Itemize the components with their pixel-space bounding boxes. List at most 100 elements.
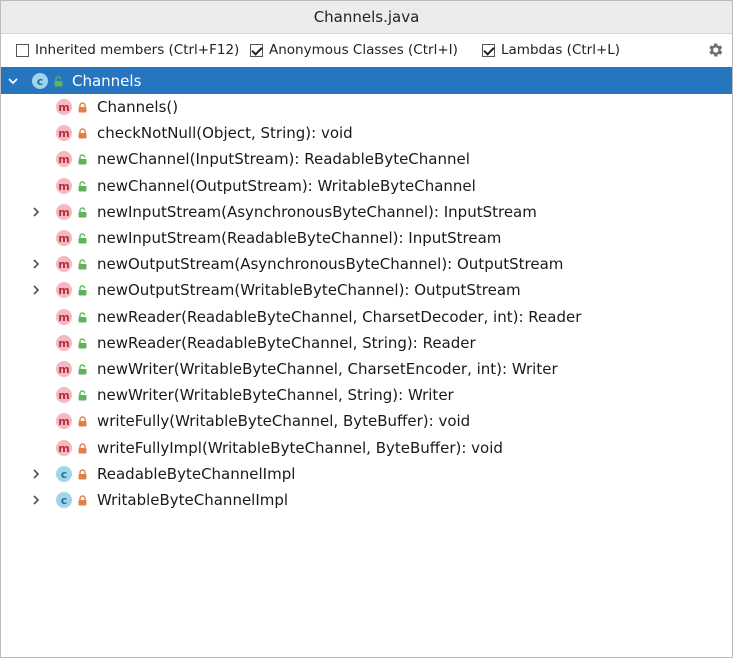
structure-window: Channels.java Inherited members (Ctrl+F1… <box>0 0 733 658</box>
svg-text:m: m <box>58 127 69 140</box>
anonymous-classes-label: Anonymous Classes (Ctrl+I) <box>269 42 458 58</box>
class-icon: c <box>56 491 72 508</box>
anonymous-classes-checkbox[interactable] <box>250 43 263 57</box>
unlock-icon <box>78 390 87 401</box>
unlock-icon <box>78 311 87 323</box>
method-icon: m <box>56 334 72 351</box>
window-title: Channels.java <box>313 8 420 26</box>
chevron-right-icon[interactable] <box>30 206 42 218</box>
svg-text:c: c <box>61 468 68 481</box>
svg-text:m: m <box>58 363 69 376</box>
tree-item-label: newInputStream(AsynchronousByteChannel):… <box>97 202 537 221</box>
unlock-icon <box>78 233 87 244</box>
svg-text:m: m <box>58 101 69 114</box>
tree-item-label: newReader(ReadableByteChannel, String): … <box>97 333 476 352</box>
inherited-members-checkbox[interactable] <box>16 43 29 57</box>
tree-method-row[interactable]: m newInputStream(ReadableByteChannel): In… <box>1 225 732 251</box>
inherited-members-label: Inherited members (Ctrl+F12) <box>35 42 240 58</box>
unlock-icon <box>78 364 87 375</box>
lock-icon <box>78 102 87 113</box>
tree-method-row[interactable]: m newReader(ReadableByteChannel, CharsetD… <box>1 304 732 330</box>
class-icon: c <box>56 465 72 482</box>
tree-item-label: Channels() <box>97 98 179 117</box>
tree-method-row[interactable]: m newWriter(WritableByteChannel, CharsetE… <box>1 356 732 382</box>
tree-item-label: ReadableByteChannelImpl <box>97 464 296 483</box>
lock-icon <box>78 495 87 506</box>
method-icon: m <box>56 177 72 194</box>
tree-method-row[interactable]: m newInputStream(AsynchronousByteChannel)… <box>1 199 732 225</box>
method-icon: m <box>56 151 72 168</box>
tree-item-label: newChannel(OutputStream): WritableByteCh… <box>97 176 476 195</box>
svg-text:m: m <box>58 311 69 324</box>
unlock-icon <box>78 285 87 296</box>
inherited-members-option[interactable]: Inherited members (Ctrl+F12) <box>16 34 239 66</box>
chevron-right-icon[interactable] <box>30 468 42 480</box>
method-icon: m <box>56 308 72 325</box>
tree-method-row[interactable]: m newWriter(WritableByteChannel, String):… <box>1 382 732 408</box>
svg-text:m: m <box>58 442 69 455</box>
filter-toolbar: Inherited members (Ctrl+F12) Anonymous C… <box>1 34 732 66</box>
method-icon: m <box>56 360 72 377</box>
tree-method-row[interactable]: m writeFullyImpl(WritableByteChannel, Byt… <box>1 434 732 460</box>
tree-method-row[interactable]: m newOutputStream(AsynchronousByteChannel… <box>1 251 732 277</box>
chevron-right-icon[interactable] <box>30 258 42 270</box>
tree-item-label: writeFullyImpl(WritableByteChannel, Byte… <box>97 438 503 457</box>
method-icon: m <box>56 413 72 430</box>
unlock-icon <box>78 338 87 349</box>
tree-item-label: newChannel(InputStream): ReadableByteCha… <box>97 150 470 169</box>
tree-item-label: newOutputStream(AsynchronousByteChannel)… <box>97 255 564 274</box>
tree-class-row[interactable]: c ReadableByteChannelImpl <box>1 461 732 487</box>
tree-method-row[interactable]: m checkNotNull(Object, String): void <box>1 120 732 146</box>
method-icon: m <box>56 125 72 142</box>
svg-text:m: m <box>58 232 69 245</box>
tree-method-row[interactable]: m newReader(ReadableByteChannel, String):… <box>1 330 732 356</box>
tree-item-label: WritableByteChannelImpl <box>97 490 289 509</box>
lambdas-label: Lambdas (Ctrl+L) <box>501 42 621 58</box>
class-icon: c <box>32 72 48 89</box>
tree-item-label: newWriter(WritableByteChannel, String): … <box>97 386 454 405</box>
svg-text:m: m <box>58 180 69 193</box>
svg-text:c: c <box>37 75 44 88</box>
chevron-right-icon[interactable] <box>30 284 42 296</box>
tree-item-label: newWriter(WritableByteChannel, CharsetEn… <box>97 359 558 378</box>
unlock-icon <box>54 75 63 86</box>
title-bar: Channels.java <box>1 1 732 34</box>
tree-item-label: Channels <box>72 71 142 90</box>
unlock-icon <box>78 259 87 270</box>
lock-icon <box>78 469 87 480</box>
gear-icon[interactable] <box>706 41 724 59</box>
svg-text:m: m <box>58 206 69 219</box>
chevron-right-icon[interactable] <box>30 494 42 506</box>
svg-text:m: m <box>58 258 69 271</box>
tree-method-row[interactable]: m writeFully(WritableByteChannel, ByteBuf… <box>1 408 732 434</box>
tree-item-label: checkNotNull(Object, String): void <box>97 124 353 143</box>
method-icon: m <box>56 439 72 456</box>
anonymous-classes-option[interactable]: Anonymous Classes (Ctrl+I) <box>250 34 458 66</box>
svg-text:m: m <box>58 389 69 402</box>
tree-root-channels[interactable]: c Channels <box>1 67 732 94</box>
tree-item-label: newReader(ReadableByteChannel, CharsetDe… <box>97 307 582 326</box>
tree-class-row[interactable]: c WritableByteChannelImpl <box>1 487 732 513</box>
method-icon: m <box>56 99 72 116</box>
method-icon: m <box>56 282 72 299</box>
lambdas-option[interactable]: Lambdas (Ctrl+L) <box>482 34 620 66</box>
lambdas-checkbox[interactable] <box>482 43 495 57</box>
tree-method-row[interactable]: m Channels() <box>1 94 732 120</box>
method-icon: m <box>56 256 72 273</box>
svg-text:m: m <box>58 415 69 428</box>
svg-text:c: c <box>61 494 68 507</box>
unlock-icon <box>78 207 87 218</box>
method-icon: m <box>56 230 72 247</box>
tree-method-row[interactable]: m newChannel(OutputStream): WritableByteC… <box>1 173 732 199</box>
svg-text:m: m <box>58 337 69 350</box>
svg-text:m: m <box>58 284 69 297</box>
method-icon: m <box>56 387 72 404</box>
lock-icon <box>78 416 87 427</box>
svg-text:m: m <box>58 153 69 166</box>
lock-icon <box>78 442 87 454</box>
unlock-icon <box>78 154 87 165</box>
chevron-down-icon[interactable] <box>7 75 19 87</box>
tree-method-row[interactable]: m newOutputStream(WritableByteChannel): O… <box>1 277 732 303</box>
tree-method-row[interactable]: m newChannel(InputStream): ReadableByteCh… <box>1 146 732 172</box>
lock-icon <box>78 128 87 139</box>
